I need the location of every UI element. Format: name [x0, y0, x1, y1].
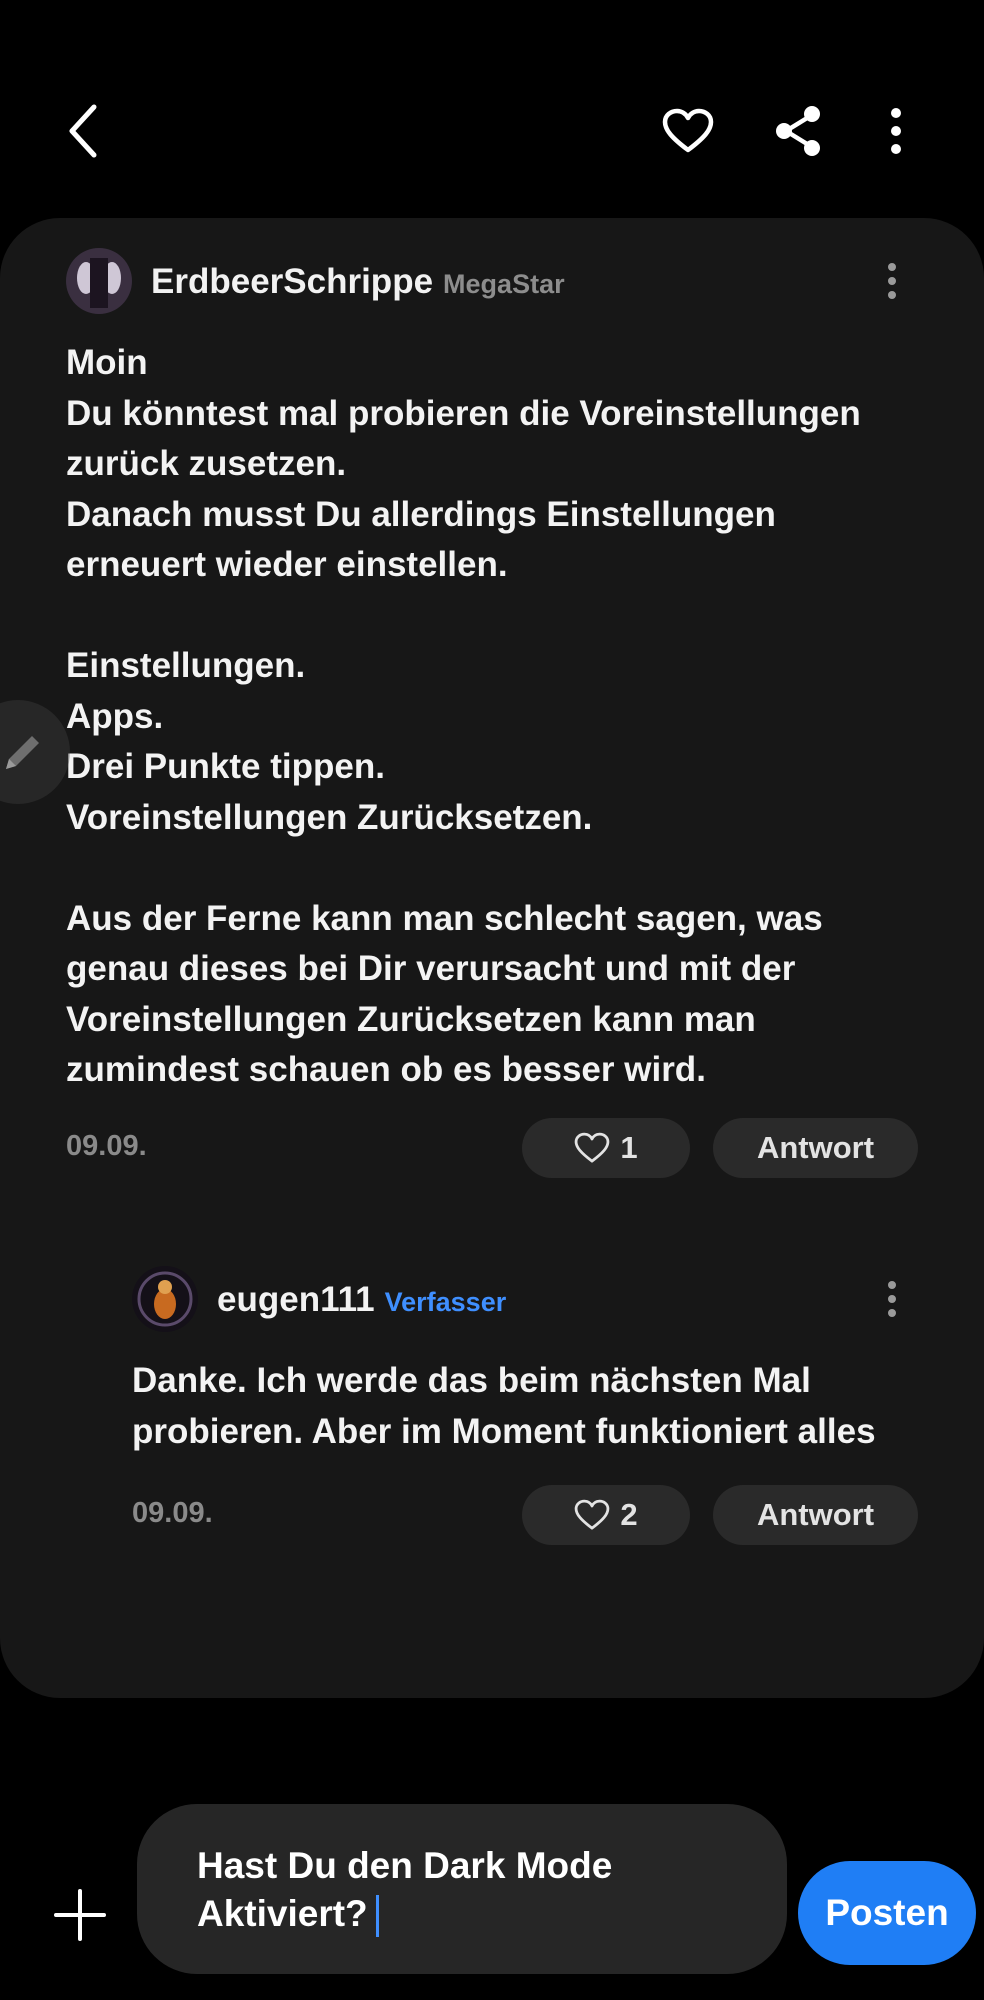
- comment-line: [66, 591, 861, 642]
- comment-more-button[interactable]: [872, 251, 912, 311]
- back-arrow-icon: [69, 104, 97, 158]
- like-count: 2: [620, 1497, 638, 1532]
- like-post-button[interactable]: [652, 95, 724, 167]
- avatar-image: [66, 248, 132, 314]
- reply-reply-button[interactable]: Antwort: [713, 1485, 918, 1545]
- more-vertical-icon: [891, 108, 901, 154]
- plus-icon: [54, 1889, 106, 1941]
- comment-like-button[interactable]: 1: [522, 1118, 690, 1178]
- comment-author[interactable]: ErdbeerSchrippe MegaStar: [151, 262, 565, 302]
- comment-line: zumindest schauen ob es besser wird.: [66, 1050, 706, 1089]
- comment-line: Danach musst Du allerdings Einstellungen: [66, 494, 776, 534]
- reply-like-button[interactable]: 2: [522, 1485, 690, 1545]
- pencil-icon: [6, 736, 39, 769]
- comment-line: zurück zusetzen.: [66, 444, 347, 483]
- comment-reply-button[interactable]: Antwort: [713, 1118, 918, 1178]
- reply-line: probieren. Aber im Moment funktioniert a…: [132, 1411, 876, 1451]
- post-button[interactable]: Posten: [798, 1861, 976, 1965]
- reply-avatar[interactable]: [132, 1266, 198, 1332]
- reply-line: Danke. Ich werde das beim nächsten Mal: [132, 1361, 811, 1400]
- rank-badge: MegaStar: [443, 269, 565, 299]
- comment-line: Du könntest mal probieren die Voreinstel…: [66, 393, 861, 433]
- comment-line: erneuert wieder einstellen.: [66, 545, 508, 584]
- top-app-bar: [0, 0, 984, 215]
- input-line: Hast Du den Dark Mode: [197, 1845, 613, 1886]
- share-button[interactable]: [762, 95, 834, 167]
- comment-line: Aus der Ferne kann man schlecht sagen, w…: [66, 898, 823, 938]
- avatar-image: [132, 1266, 198, 1332]
- comment-line: Moin: [66, 343, 148, 382]
- reply-author[interactable]: eugen111 Verfasser: [217, 1280, 506, 1320]
- more-options-button[interactable]: [860, 95, 932, 167]
- comment-thread-card: ErdbeerSchrippe MegaStar Moin Du könntest…: [0, 218, 984, 1698]
- comment-line: [66, 843, 861, 894]
- reply-text: Danke. Ich werde das beim nächsten Mal p…: [132, 1356, 876, 1457]
- author-badge: Verfasser: [384, 1287, 507, 1317]
- comment-line: Apps.: [66, 696, 164, 736]
- heart-icon: [662, 108, 714, 153]
- heart-icon: [574, 1499, 610, 1531]
- username[interactable]: ErdbeerSchrippe: [151, 262, 433, 301]
- text-caret: [375, 1895, 379, 1938]
- comment-line: Einstellungen.: [66, 646, 306, 685]
- heart-icon: [574, 1132, 610, 1164]
- comment-line: Drei Punkte tippen.: [66, 747, 385, 786]
- comment-input-text[interactable]: Hast Du den Dark Mode Aktiviert?: [197, 1842, 612, 1938]
- input-line: Aktiviert?: [197, 1893, 368, 1934]
- avatar[interactable]: [66, 248, 132, 314]
- add-attachment-button[interactable]: [50, 1885, 110, 1945]
- comment-line: Voreinstellungen Zurücksetzen kann man: [66, 999, 756, 1039]
- username[interactable]: eugen111: [217, 1280, 375, 1319]
- share-icon: [776, 106, 820, 156]
- comment-date: 09.09.: [66, 1130, 147, 1162]
- comment-line: Voreinstellungen Zurücksetzen.: [66, 797, 593, 837]
- reply-date: 09.09.: [132, 1497, 213, 1529]
- comment-text: Moin Du könntest mal probieren die Vorei…: [66, 338, 861, 1096]
- like-count: 1: [620, 1130, 638, 1165]
- reply-more-button[interactable]: [872, 1269, 912, 1329]
- comment-line: genau dieses bei Dir verursacht und mit …: [66, 949, 796, 988]
- back-button[interactable]: [48, 95, 120, 167]
- comment-input[interactable]: Hast Du den Dark Mode Aktiviert?: [137, 1804, 787, 1974]
